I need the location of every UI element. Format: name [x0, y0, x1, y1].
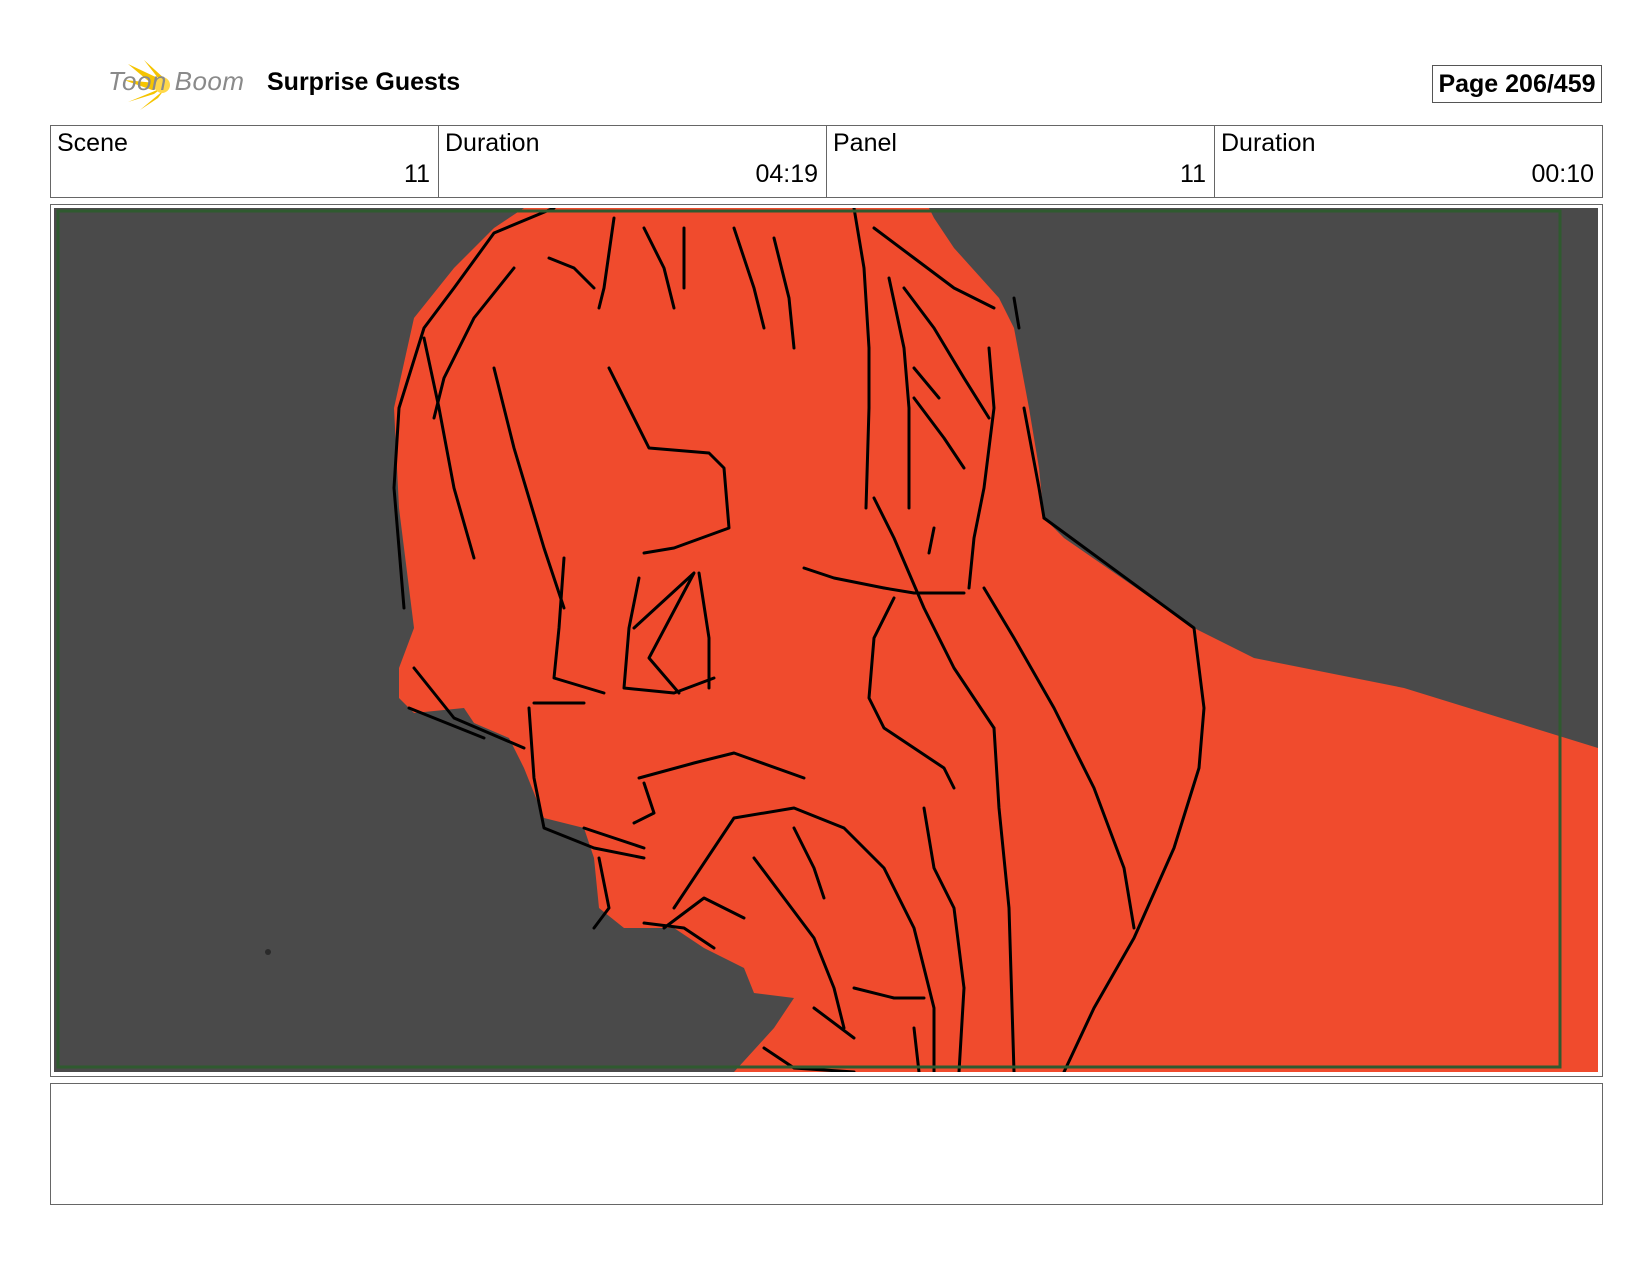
- scene-duration-label: Duration: [445, 129, 540, 157]
- project-title: Surprise Guests: [267, 68, 461, 96]
- panel-notes-area: [50, 1083, 1603, 1205]
- panel-duration-label: Duration: [1221, 129, 1316, 157]
- scene-value: 11: [404, 160, 430, 188]
- panel-label: Panel: [833, 129, 897, 157]
- panel-duration-value: 00:10: [1531, 160, 1594, 188]
- panel-value: 11: [1180, 160, 1206, 188]
- scene-duration-cell: Duration 04:19: [439, 126, 827, 197]
- scene-cell: Scene 11: [51, 126, 439, 197]
- panel-info-table: Scene 11 Duration 04:19 Panel 11 Duratio…: [50, 125, 1603, 198]
- page-number: Page 206/459: [1432, 65, 1602, 103]
- scene-label: Scene: [57, 129, 128, 157]
- panel-duration-cell: Duration 00:10: [1215, 126, 1602, 197]
- scene-duration-value: 04:19: [755, 160, 818, 188]
- logo-text: Toon Boom: [108, 66, 245, 96]
- storyboard-panel-drawing: [54, 208, 1598, 1072]
- stray-mark: [265, 949, 271, 955]
- panel-cell: Panel 11: [827, 126, 1215, 197]
